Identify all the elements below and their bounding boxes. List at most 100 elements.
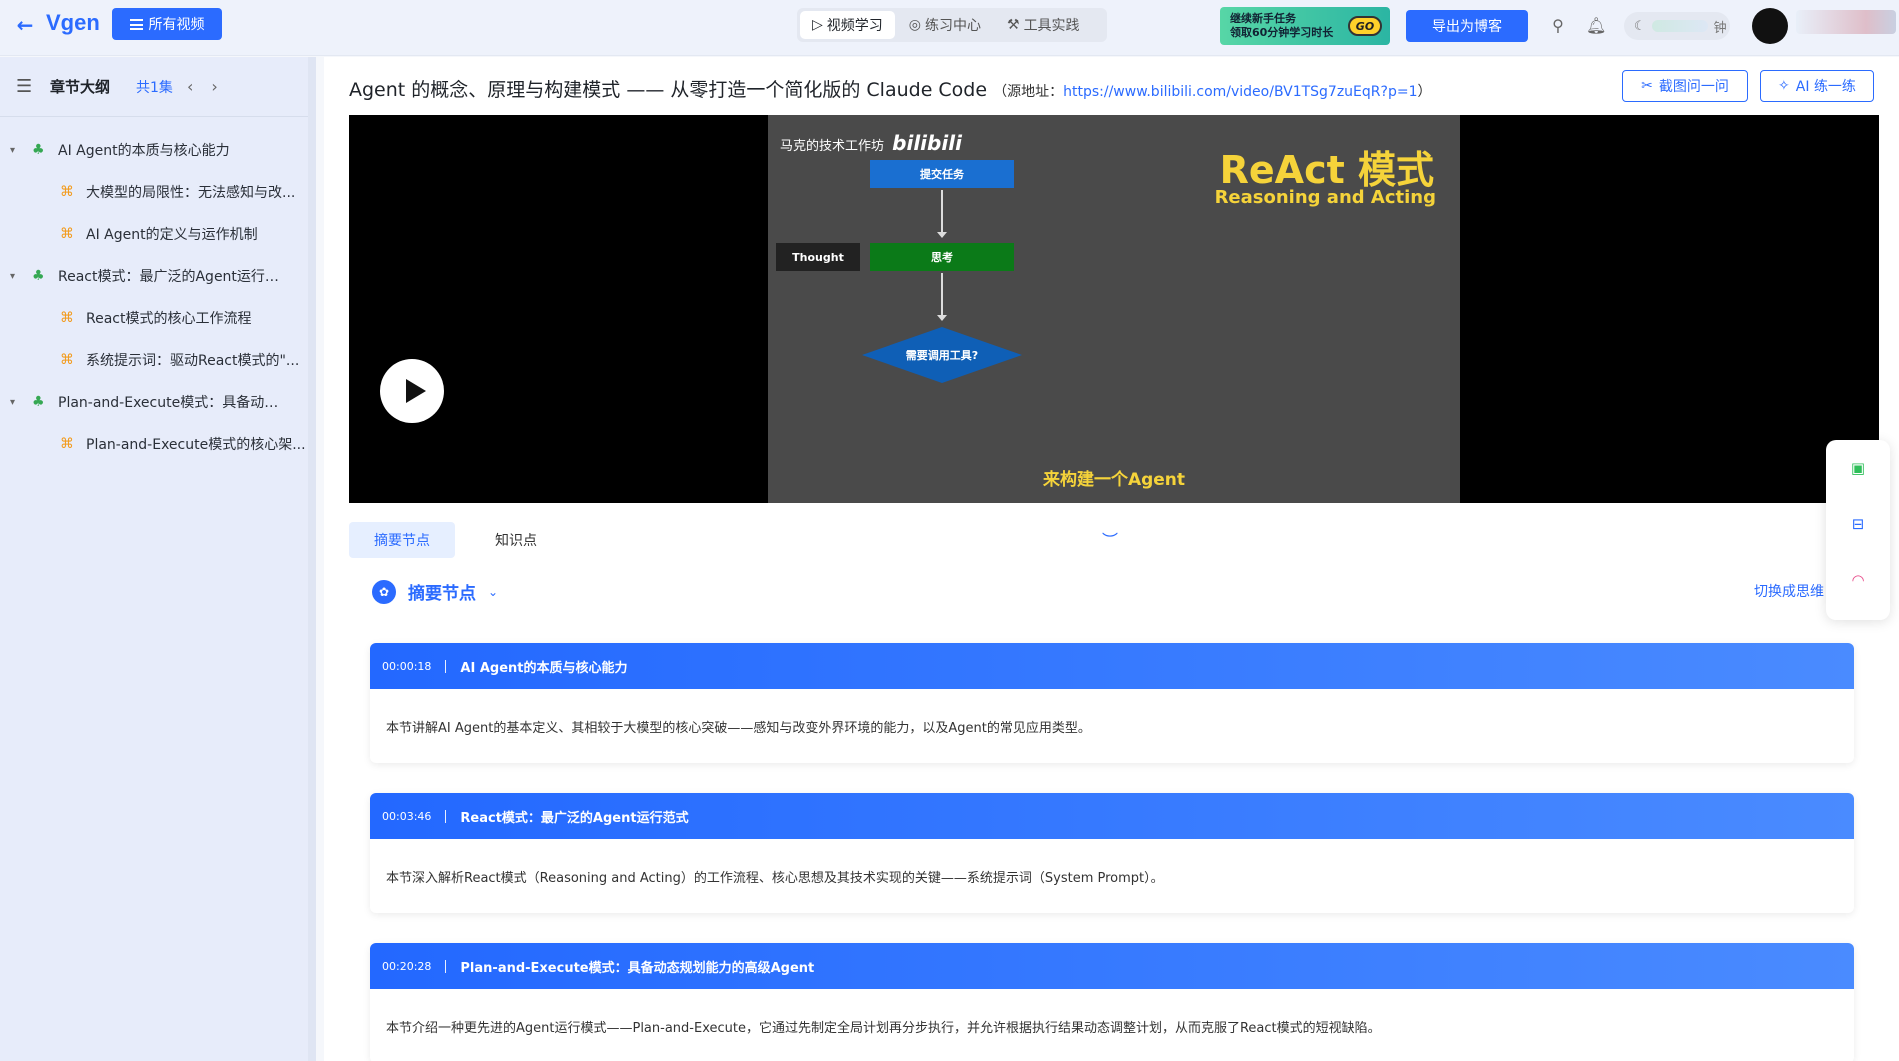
tab-label: 视频学习 — [826, 18, 883, 34]
back-arrow-icon[interactable]: ← — [14, 14, 36, 36]
caret-down-icon[interactable]: ▾ — [0, 397, 32, 408]
all-videos-button[interactable]: 所有视频 — [112, 8, 222, 40]
subchapter-item[interactable]: ⌘ React模式的核心工作流程 — [0, 297, 308, 339]
chapter-item[interactable]: ▾ ♣ React模式：最广泛的Agent运行范式 — [0, 255, 308, 297]
node-graph-icon: ⌘ — [60, 436, 74, 452]
summary-card[interactable]: 00:03:46 React模式：最广泛的Agent运行范式 本节深入解析Rea… — [370, 793, 1854, 913]
chapter-item[interactable]: ▾ ♣ Plan-and-Execute模式：具备动态规... — [0, 381, 308, 423]
headset-icon[interactable]: ◠ — [1826, 552, 1890, 608]
bell-icon[interactable]: 🔔︎ — [1586, 16, 1606, 36]
episode-nav: ‹ › — [187, 77, 218, 96]
subchapter-label: 系统提示词：驱动React模式的"... — [86, 353, 300, 369]
subchapter-item[interactable]: ⌘ Plan-and-Execute模式的核心架... — [0, 423, 308, 465]
card-header: 00:03:46 React模式：最广泛的Agent运行范式 — [370, 793, 1854, 839]
hierarchy-icon: ♣ — [32, 142, 45, 158]
chapter-tree: ▾ ♣ AI Agent的本质与核心能力 ⌘ 大模型的局限性：无法感知与改...… — [0, 117, 308, 465]
toolbox-icon[interactable]: ⊟ — [1826, 496, 1890, 552]
section-title[interactable]: 摘要节点 — [408, 579, 476, 604]
subchapter-item[interactable]: ⌘ AI Agent的定义与运作机制 — [0, 213, 308, 255]
subchapter-item[interactable]: ⌘ 大模型的局限性：无法感知与改... — [0, 171, 308, 213]
nodes-circle-icon: ✿ — [372, 579, 396, 604]
avatar[interactable] — [1752, 8, 1788, 44]
collapse-eye-icon[interactable]: ︶ — [1102, 527, 1118, 551]
ai-assistant-icon[interactable]: ▣ — [1826, 440, 1890, 496]
caret-down-icon[interactable]: ▾ — [0, 145, 32, 156]
channel-name: 马克的技术工作坊 — [780, 139, 885, 154]
chevron-down-icon[interactable]: ⌄ — [488, 585, 498, 599]
tab-tool-practice[interactable]: ⚒ 工具实践 — [995, 11, 1092, 39]
video-subtitle: 来构建一个Agent — [1042, 470, 1186, 490]
summary-card[interactable]: 00:20:28 Plan-and-Execute模式：具备动态规划能力的高级A… — [370, 943, 1854, 1061]
source-link[interactable]: https://www.bilibili.com/video/BV1TSg7zu… — [1063, 84, 1417, 100]
mode-tabs: ▷ 视频学习 ◎ 练习中心 ⚒ 工具实践 — [797, 8, 1107, 42]
subchapter-label: React模式的核心工作流程 — [86, 311, 252, 327]
tab-summary-nodes[interactable]: 摘要节点 — [349, 522, 455, 558]
chapter-item[interactable]: ▾ ♣ AI Agent的本质与核心能力 — [0, 129, 308, 171]
flow-thought-label: Thought — [776, 243, 860, 271]
all-videos-label: 所有视频 — [148, 17, 205, 33]
chapter-label: Plan-and-Execute模式：具备动态规... — [58, 395, 288, 411]
card-title: AI Agent的本质与核心能力 — [460, 660, 628, 676]
wrench-icon: ⚒ — [1007, 17, 1020, 33]
app-logo[interactable]: Vgen — [46, 10, 100, 36]
summary-cards: 00:00:18 AI Agent的本质与核心能力 本节讲解AI Agent的基… — [370, 643, 1854, 1061]
top-bar: ← Vgen 所有视频 ▷ 视频学习 ◎ 练习中心 ⚒ 工具实践 继续新手任务 … — [0, 0, 1899, 56]
promo-text: 继续新手任务 领取60分钟学习时长 — [1230, 12, 1333, 40]
node-graph-icon: ⌘ — [60, 226, 74, 242]
subchapter-label: AI Agent的定义与运作机制 — [86, 227, 258, 243]
card-timestamp[interactable]: 00:03:46 — [382, 809, 447, 823]
chevron-left-icon[interactable]: ‹ — [187, 77, 193, 96]
content-tabs: 摘要节点 知识点 — [349, 522, 569, 558]
export-blog-button[interactable]: 导出为博客 — [1406, 10, 1528, 42]
floating-tool-panel: ▣ ⊟ ◠ — [1826, 440, 1890, 620]
card-timestamp[interactable]: 00:20:28 — [382, 959, 447, 973]
newbie-task-banner[interactable]: 继续新手任务 领取60分钟学习时长 GO — [1220, 7, 1390, 45]
tab-video-learning[interactable]: ▷ 视频学习 — [800, 11, 895, 39]
timer-suffix: 钟 — [1713, 20, 1727, 36]
sidebar-header: ☰ 章节大纲 共1集 ‹ › — [0, 57, 308, 117]
target-icon: ◎ — [908, 17, 921, 33]
promo-go-badge: GO — [1348, 16, 1382, 36]
chapter-label: AI Agent的本质与核心能力 — [58, 143, 230, 159]
flow-think: 思考 — [870, 243, 1014, 271]
switch-mindmap-link[interactable]: 切换成思维 — [1754, 581, 1824, 601]
promo-line-1: 继续新手任务 — [1230, 12, 1296, 25]
list-icon — [129, 18, 143, 30]
video-frame: 马克的技术工作坊 bilibili ReAct 模式 Reasoning and… — [768, 115, 1460, 503]
channel-watermark: 马克的技术工作坊 bilibili — [780, 131, 962, 155]
card-timestamp[interactable]: 00:00:18 — [382, 659, 447, 673]
tab-label: 练习中心 — [925, 18, 981, 34]
username-blurred — [1796, 10, 1896, 34]
frame-subheading: Reasoning and Acting — [1214, 187, 1436, 208]
chevron-right-icon[interactable]: › — [211, 77, 217, 96]
screenshot-ask-button[interactable]: ✂ 截图问一问 — [1622, 70, 1748, 102]
caret-down-icon[interactable]: ▾ — [0, 271, 32, 282]
screenshot-ask-label: 截图问一问 — [1658, 79, 1729, 95]
sidebar-title: 章节大纲 — [50, 78, 111, 96]
summary-card[interactable]: 00:00:18 AI Agent的本质与核心能力 本节讲解AI Agent的基… — [370, 643, 1854, 763]
moon-icon: ☾ — [1634, 18, 1646, 34]
decision-label: 需要调用工具? — [905, 349, 979, 362]
tab-practice-center[interactable]: ◎ 练习中心 — [897, 11, 993, 39]
play-button[interactable] — [380, 359, 444, 423]
share-icon[interactable]: ⚲ — [1548, 16, 1568, 36]
episode-count: 共1集 — [136, 79, 173, 96]
video-player[interactable]: 马克的技术工作坊 bilibili ReAct 模式 Reasoning and… — [349, 115, 1879, 503]
node-graph-icon: ⌘ — [60, 352, 74, 368]
flow-decision: 需要调用工具? — [862, 327, 1022, 383]
subchapter-item[interactable]: ⌘ 系统提示词：驱动React模式的"... — [0, 339, 308, 381]
outline-menu-icon[interactable]: ☰ — [16, 76, 34, 97]
frame-heading: ReAct 模式 — [1219, 148, 1434, 192]
card-body: 本节讲解AI Agent的基本定义、其相较于大模型的核心突破——感知与改变外界环… — [386, 720, 1091, 736]
ai-practice-button[interactable]: ✧ AI 练一练 — [1760, 70, 1874, 102]
tab-label: 工具实践 — [1023, 18, 1080, 34]
flow-submit-task: 提交任务 — [870, 160, 1014, 188]
study-timer[interactable]: ☾ 钟 — [1624, 12, 1730, 40]
promo-line-2: 领取60分钟学习时长 — [1230, 26, 1334, 39]
bilibili-logo: bilibili — [892, 131, 962, 155]
flow-arrow — [937, 190, 947, 238]
timer-value-blurred — [1651, 20, 1708, 32]
ai-practice-label: AI 练一练 — [1795, 79, 1856, 95]
tab-knowledge-points[interactable]: 知识点 — [463, 522, 569, 558]
magic-wand-icon: ✧ — [1778, 78, 1790, 94]
